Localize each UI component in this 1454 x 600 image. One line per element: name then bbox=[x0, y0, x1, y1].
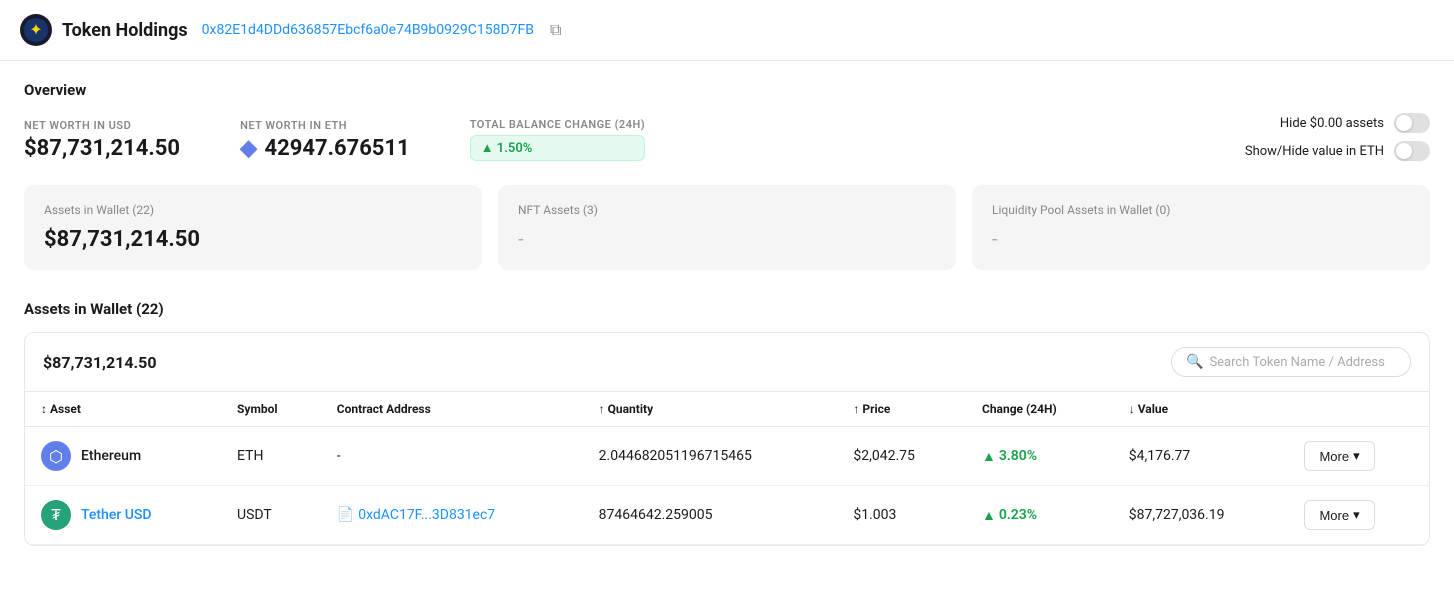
quantity-usdt: 87464642.259005 bbox=[583, 486, 838, 545]
copy-icon[interactable]: ⧉ bbox=[550, 20, 561, 40]
quantity-eth: 2.044682051196715465 bbox=[583, 427, 838, 486]
card-nft-assets: NFT Assets (3) - bbox=[498, 185, 956, 270]
card-assets-wallet-value: $87,731,214.50 bbox=[44, 227, 462, 252]
overview-metrics-row: NET WORTH IN USD $87,731,214.50 NET WORT… bbox=[24, 113, 1430, 161]
col-value[interactable]: ↓ Value bbox=[1113, 392, 1289, 427]
change-eth: ▲ 3.80% bbox=[966, 427, 1113, 486]
value-eth: $4,176.77 bbox=[1113, 427, 1289, 486]
metric-net-worth-eth: NET WORTH IN ETH ◆ 42947.676511 bbox=[240, 119, 410, 161]
search-placeholder-text: Search Token Name / Address bbox=[1209, 355, 1384, 370]
card-assets-wallet-label: Assets in Wallet (22) bbox=[44, 203, 462, 217]
table-total: $87,731,214.50 bbox=[43, 353, 157, 372]
toggle-show-eth: Show/Hide value in ETH bbox=[1245, 141, 1430, 161]
toggle-show-eth-label: Show/Hide value in ETH bbox=[1245, 144, 1384, 159]
card-liquidity-pool-value: - bbox=[992, 227, 1410, 251]
contract-file-icon: 📄 bbox=[337, 507, 354, 523]
up-arrow-eth: ▲ bbox=[982, 448, 996, 465]
more-label-eth: More bbox=[1319, 449, 1349, 464]
asset-name-usdt: Tether USD bbox=[81, 507, 152, 523]
assets-section: Assets in Wallet (22) $87,731,214.50 🔍 S… bbox=[0, 290, 1454, 546]
toggle-show-eth-switch[interactable] bbox=[1394, 141, 1430, 161]
sort-icon-value: ↓ bbox=[1129, 402, 1135, 416]
assets-table: ↕ Asset Symbol Contract Address ↑ Quanti… bbox=[25, 392, 1429, 545]
change-value-usdt: ▲ 0.23% bbox=[982, 507, 1097, 524]
eth-diamond-icon: ◆ bbox=[240, 136, 257, 161]
toggle-group: Hide $0.00 assets Show/Hide value in ETH bbox=[1245, 113, 1430, 161]
up-arrow-usdt: ▲ bbox=[982, 507, 996, 524]
col-price[interactable]: ↑ Price bbox=[837, 392, 966, 427]
wallet-address: 0x82E1d4DDd636857Ebcf6a0e74B9b0929C158D7… bbox=[202, 22, 534, 38]
col-quantity[interactable]: ↑ Quantity bbox=[583, 392, 838, 427]
more-button-eth[interactable]: More ▾ bbox=[1304, 441, 1374, 471]
price-eth: $2,042.75 bbox=[837, 427, 966, 486]
change-usdt: ▲ 0.23% bbox=[966, 486, 1113, 545]
search-icon: 🔍 bbox=[1186, 354, 1203, 370]
contract-eth: - bbox=[321, 427, 583, 486]
search-box[interactable]: 🔍 Search Token Name / Address bbox=[1171, 347, 1411, 377]
asset-cell-eth: ⬡ Ethereum bbox=[25, 427, 221, 486]
assets-section-title: Assets in Wallet (22) bbox=[24, 300, 1430, 318]
actions-eth: More ▾ bbox=[1288, 427, 1429, 486]
chevron-down-icon-usdt: ▾ bbox=[1353, 507, 1360, 523]
col-sort-icon-asset: ↕ bbox=[41, 402, 50, 416]
col-asset[interactable]: ↕ Asset bbox=[25, 392, 221, 427]
symbol-eth: ETH bbox=[221, 427, 321, 486]
metric-net-worth-usd: NET WORTH IN USD $87,731,214.50 bbox=[24, 119, 180, 161]
sort-icon-quantity: ↑ bbox=[599, 402, 605, 416]
col-actions bbox=[1288, 392, 1429, 427]
table-row: ₮ Tether USD USDT 📄 0xdAC17F...3D831ec7 … bbox=[25, 486, 1429, 545]
contract-link-usdt[interactable]: 📄 0xdAC17F...3D831ec7 bbox=[337, 507, 567, 523]
metric-label-usd: NET WORTH IN USD bbox=[24, 119, 180, 132]
col-symbol: Symbol bbox=[221, 392, 321, 427]
card-nft-assets-value: - bbox=[518, 227, 936, 251]
col-change: Change (24H) bbox=[966, 392, 1113, 427]
table-toolbar: $87,731,214.50 🔍 Search Token Name / Add… bbox=[25, 333, 1429, 392]
overview-title: Overview bbox=[24, 81, 1430, 99]
change-badge: ▲ 1.50% bbox=[470, 135, 645, 161]
usdt-logo-icon: ₮ bbox=[41, 500, 71, 530]
change-value-eth: ▲ 3.80% bbox=[982, 448, 1097, 465]
asset-cell-usdt: ₮ Tether USD bbox=[25, 486, 221, 545]
symbol-usdt: USDT bbox=[221, 486, 321, 545]
metric-label-change: TOTAL BALANCE CHANGE (24H) bbox=[470, 118, 645, 131]
card-assets-wallet: Assets in Wallet (22) $87,731,214.50 bbox=[24, 185, 482, 270]
toggle-hide-zero-switch[interactable] bbox=[1394, 113, 1430, 133]
chevron-down-icon-eth: ▾ bbox=[1353, 448, 1360, 464]
app-logo-icon: ✦ bbox=[20, 14, 52, 46]
metric-balance-change: TOTAL BALANCE CHANGE (24H) ▲ 1.50% bbox=[470, 118, 645, 161]
value-usdt: $87,727,036.19 bbox=[1113, 486, 1289, 545]
table-header-row: ↕ Asset Symbol Contract Address ↑ Quanti… bbox=[25, 392, 1429, 427]
card-liquidity-pool: Liquidity Pool Assets in Wallet (0) - bbox=[972, 185, 1430, 270]
table-row: ⬡ Ethereum ETH - 2.044682051196715465 $2… bbox=[25, 427, 1429, 486]
toggle-hide-zero: Hide $0.00 assets bbox=[1280, 113, 1430, 133]
metric-label-eth: NET WORTH IN ETH bbox=[240, 119, 410, 132]
toggle-hide-zero-label: Hide $0.00 assets bbox=[1280, 116, 1384, 131]
sort-icon-price: ↑ bbox=[853, 402, 859, 416]
actions-usdt: More ▾ bbox=[1288, 486, 1429, 545]
eth-value-text: 42947.676511 bbox=[264, 136, 409, 161]
eth-logo-icon: ⬡ bbox=[41, 441, 71, 471]
metric-value-eth: ◆ 42947.676511 bbox=[240, 136, 410, 161]
card-liquidity-pool-label: Liquidity Pool Assets in Wallet (0) bbox=[992, 203, 1410, 217]
more-button-usdt[interactable]: More ▾ bbox=[1304, 500, 1374, 530]
cards-row: Assets in Wallet (22) $87,731,214.50 NFT… bbox=[0, 171, 1454, 290]
app-header: ✦ Token Holdings 0x82E1d4DDd636857Ebcf6a… bbox=[0, 0, 1454, 61]
app-title: Token Holdings bbox=[62, 20, 188, 41]
card-nft-assets-label: NFT Assets (3) bbox=[518, 203, 936, 217]
price-usdt: $1.003 bbox=[837, 486, 966, 545]
col-contract: Contract Address bbox=[321, 392, 583, 427]
metric-value-usd: $87,731,214.50 bbox=[24, 136, 180, 161]
assets-table-container: $87,731,214.50 🔍 Search Token Name / Add… bbox=[24, 332, 1430, 546]
asset-name-eth: Ethereum bbox=[81, 448, 141, 464]
more-label-usdt: More bbox=[1319, 508, 1349, 523]
contract-usdt: 📄 0xdAC17F...3D831ec7 bbox=[321, 486, 583, 545]
overview-section: Overview NET WORTH IN USD $87,731,214.50… bbox=[0, 61, 1454, 171]
svg-text:✦: ✦ bbox=[29, 20, 42, 39]
